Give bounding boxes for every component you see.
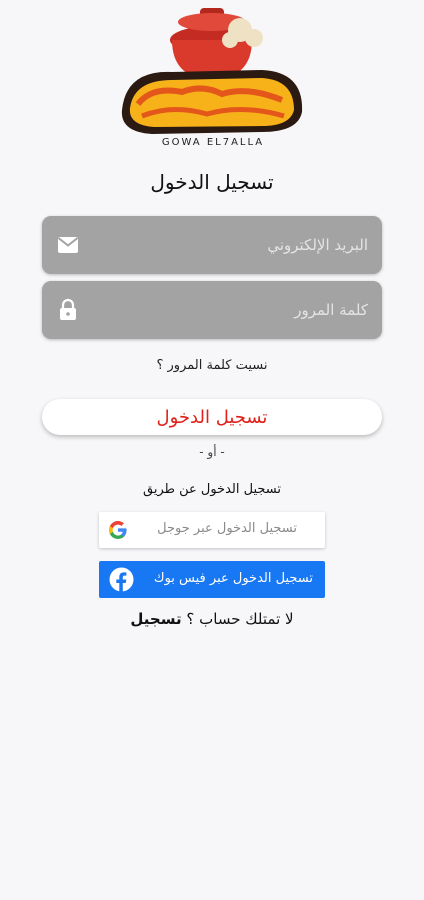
google-login-label: تسجيل الدخول عبر جوجل <box>157 521 297 536</box>
email-input[interactable] <box>92 216 368 274</box>
google-login-button[interactable]: تسجيل الدخول عبر جوجل <box>99 512 325 548</box>
or-separator: - أو - <box>199 445 225 459</box>
login-button[interactable]: تسجيل الدخول <box>42 399 382 435</box>
email-icon <box>56 233 80 257</box>
google-icon <box>108 520 127 540</box>
password-field[interactable] <box>42 281 382 339</box>
logo-graphic <box>121 8 303 134</box>
facebook-login-button[interactable]: تسجيل الدخول عبر فيس بوك <box>99 561 325 598</box>
signup-prompt: لا تمتلك حساب ؟ <box>186 610 294 628</box>
login-via-label: تسجيل الدخول عن طريق <box>143 482 281 497</box>
page-title: تسجيل الدخول <box>150 170 274 194</box>
password-input[interactable] <box>92 281 368 339</box>
email-field[interactable] <box>42 216 382 274</box>
forgot-password-link[interactable]: نسيت كلمة المرور ؟ <box>0 358 424 373</box>
facebook-login-label: تسجيل الدخول عبر فيس بوك <box>153 571 313 586</box>
lock-icon <box>56 298 80 322</box>
facebook-icon <box>109 567 134 592</box>
logo-subtitle: GOWA EL7ALLA <box>161 137 265 148</box>
signup-link[interactable]: تسجيل <box>130 610 181 628</box>
app-logo <box>112 0 312 158</box>
signup-row: لا تمتلك حساب ؟ تسجيل <box>0 610 424 628</box>
